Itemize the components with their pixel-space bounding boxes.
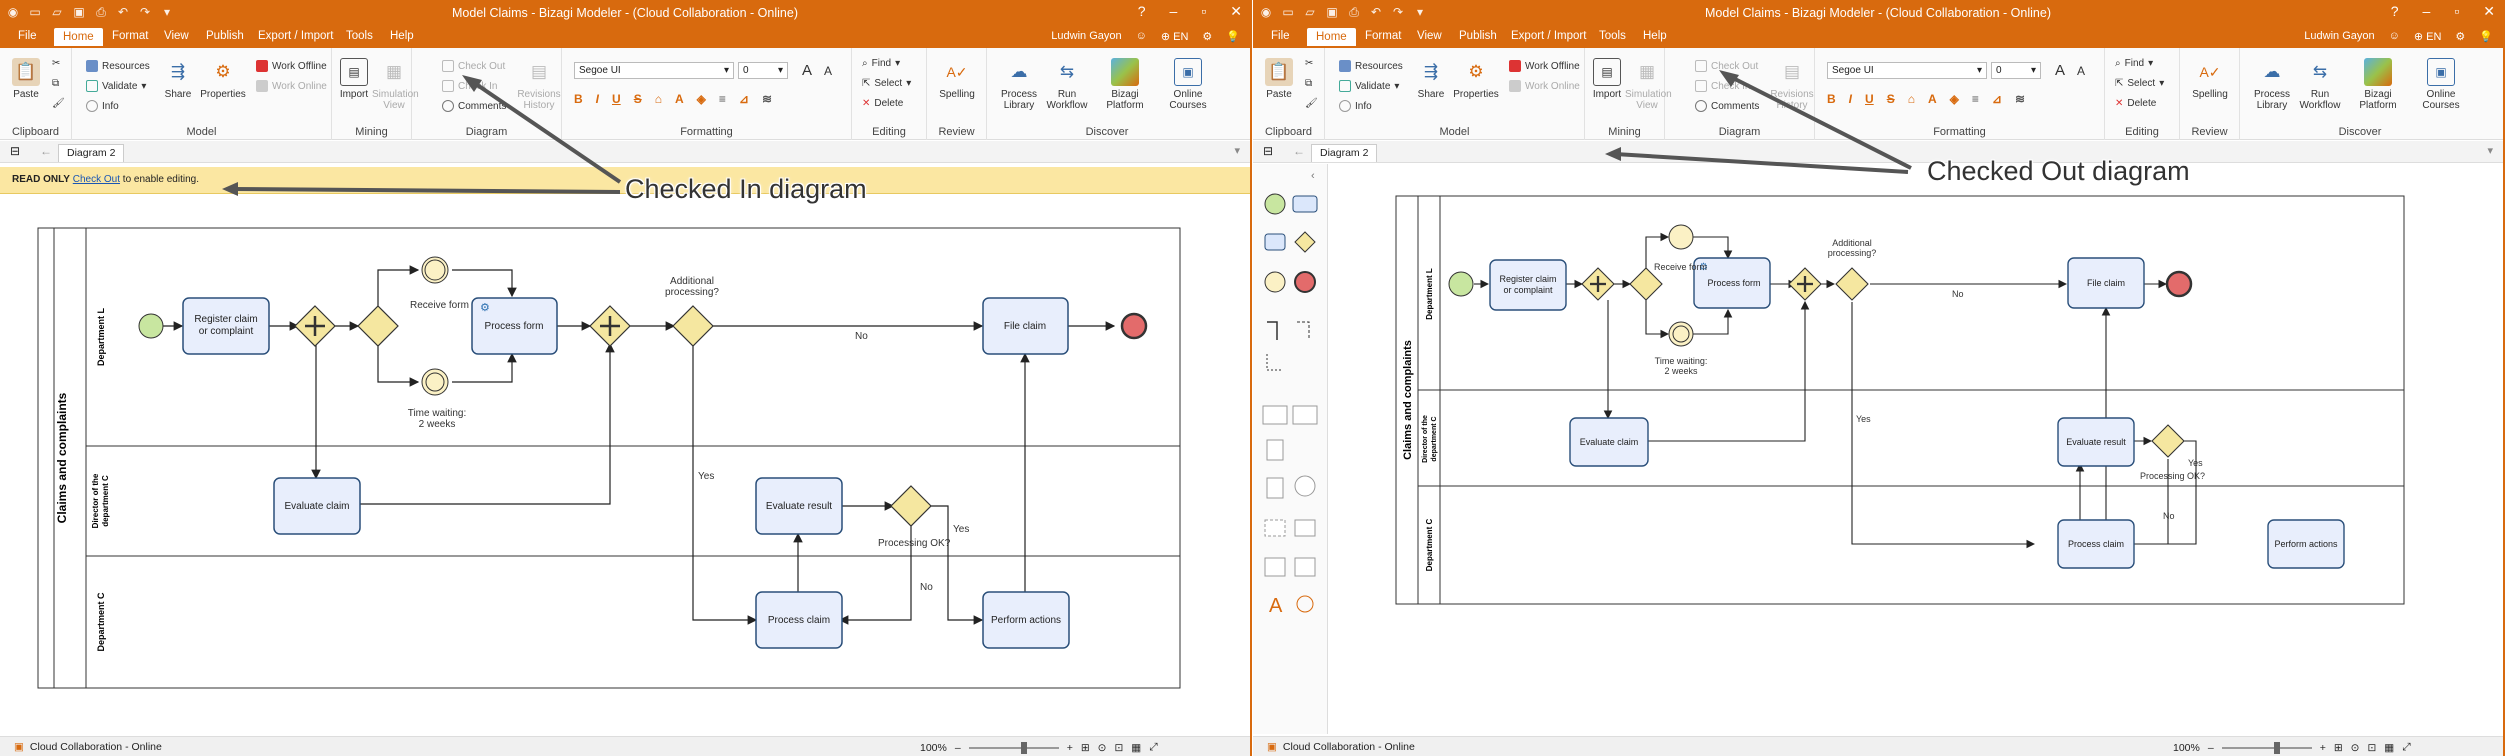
status-left: ▣ Cloud Collaboration - Online bbox=[14, 741, 162, 753]
zoom-slider[interactable] bbox=[968, 741, 1059, 754]
callout-arrows bbox=[222, 75, 622, 196]
status-bar: ▣ Cloud Collaboration - Online 100% – + ⊞… bbox=[0, 736, 1250, 756]
status-text: Cloud Collaboration - Online bbox=[1282, 741, 1415, 753]
fit-icon[interactable]: ⊞ bbox=[1081, 742, 1090, 754]
cloud-icon: ▣ bbox=[1267, 741, 1277, 753]
grid-icon[interactable]: ▦ bbox=[2384, 742, 2394, 754]
fullscreen-icon[interactable]: ⤢ bbox=[2402, 741, 2410, 754]
grid-icon[interactable]: ▦ bbox=[1131, 742, 1141, 754]
zoom-in-button[interactable]: + bbox=[1067, 742, 1073, 754]
zoom-level: 100% bbox=[2173, 741, 2200, 754]
fit-icon[interactable]: ⊞ bbox=[2334, 742, 2343, 754]
fullscreen-icon[interactable]: ⤢ bbox=[1149, 741, 1157, 754]
status-left: ▣ Cloud Collaboration - Online bbox=[1267, 741, 1415, 753]
zoom-out-button[interactable]: – bbox=[2208, 742, 2214, 754]
callout-arrows bbox=[1605, 70, 1912, 174]
window-checked-in: ◉ ▭ ▱ ▣ ⎙ ↶ ↷ ▾ Model Claims - Bizagi Mo… bbox=[0, 0, 1252, 756]
zoom-controls: 100% – + ⊞ ⊙ ⊡ ▦ ⤢ bbox=[920, 741, 1158, 754]
callout-checked-in: Checked In diagram bbox=[625, 174, 867, 204]
zoom-out-button[interactable]: – bbox=[955, 742, 961, 754]
cloud-icon: ▣ bbox=[14, 741, 24, 753]
status-bar: ▣ Cloud Collaboration - Online 100% – + ⊞… bbox=[1253, 736, 2503, 756]
zoom-slider[interactable] bbox=[2221, 741, 2312, 754]
page-icon[interactable]: ⊡ bbox=[2367, 742, 2376, 754]
zoom-in-button[interactable]: + bbox=[2320, 742, 2326, 754]
callout-checked-out: Checked Out diagram bbox=[1927, 156, 2190, 186]
zoom-level: 100% bbox=[920, 741, 947, 754]
zoom-icon[interactable]: ⊙ bbox=[2351, 742, 2360, 754]
zoom-icon[interactable]: ⊙ bbox=[1098, 742, 1107, 754]
status-text: Cloud Collaboration - Online bbox=[29, 741, 162, 753]
window-checked-out: ◉ ▭ ▱ ▣ ⎙ ↶ ↷ ▾ Model Claims - Bizagi Mo… bbox=[1253, 0, 2505, 756]
zoom-controls: 100% – + ⊞ ⊙ ⊡ ▦ ⤢ bbox=[2173, 741, 2411, 754]
page-icon[interactable]: ⊡ bbox=[1114, 742, 1123, 754]
